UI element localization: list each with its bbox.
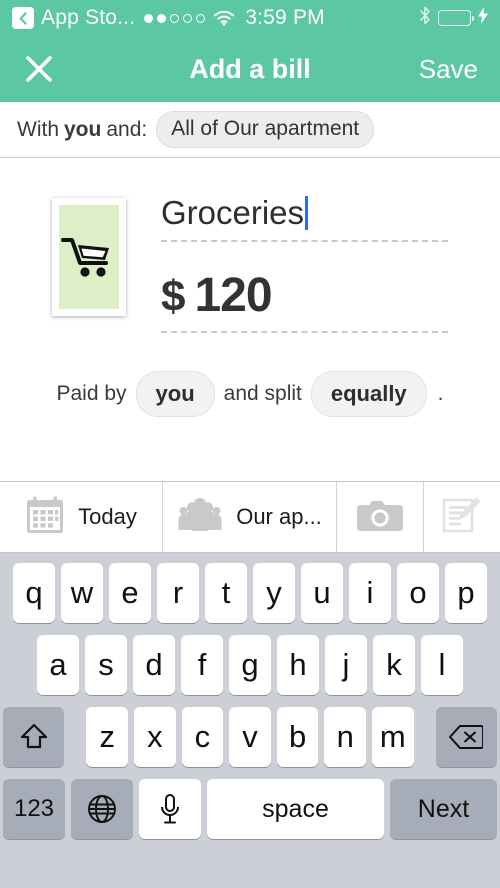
navigation-bar: Add a bill Save — [0, 36, 500, 102]
with-you-label: you — [64, 117, 102, 141]
camera-button[interactable] — [337, 482, 424, 552]
save-button[interactable]: Save — [419, 54, 478, 85]
with-connector-label: and: — [106, 117, 148, 141]
key-m[interactable]: m — [371, 707, 414, 767]
status-right-group — [419, 6, 488, 31]
camera-icon — [357, 497, 403, 538]
with-prefix-label: With — [17, 117, 59, 141]
date-label: Today — [78, 504, 137, 529]
key-d[interactable]: d — [133, 635, 175, 695]
key-u[interactable]: u — [301, 563, 343, 623]
paid-by-label: Paid by — [56, 382, 127, 405]
key-q[interactable]: q — [13, 563, 55, 623]
keyboard-row-2: a s d f g h j k l — [0, 635, 500, 695]
shopping-cart-icon — [59, 205, 119, 309]
category-image[interactable] — [52, 198, 126, 316]
key-w[interactable]: w — [61, 563, 103, 623]
notes-icon — [442, 496, 482, 539]
status-back-app-label[interactable]: App Sto... — [41, 6, 135, 30]
description-field[interactable]: Groceries — [161, 194, 448, 242]
wifi-icon — [214, 10, 235, 26]
key-s[interactable]: s — [85, 635, 127, 695]
split-description-row: Paid by you and split equally . — [0, 371, 500, 417]
split-period: . — [437, 382, 444, 405]
key-e[interactable]: e — [109, 563, 151, 623]
globe-icon[interactable] — [71, 779, 133, 839]
group-label: Our ap... — [236, 504, 322, 529]
bluetooth-icon — [419, 6, 431, 31]
key-k[interactable]: k — [373, 635, 415, 695]
key-v[interactable]: v — [229, 707, 271, 767]
currency-symbol: $ — [161, 272, 186, 321]
bottom-toolbar: Today Our ap... — [0, 481, 500, 553]
app-screen: App Sto... 3:59 PM Add a bill Save With … — [0, 0, 500, 888]
shift-icon[interactable] — [3, 707, 65, 767]
key-f[interactable]: f — [181, 635, 223, 695]
key-b[interactable]: b — [276, 707, 319, 767]
text-caret — [305, 196, 309, 230]
group-button[interactable]: Our ap... — [163, 482, 337, 552]
microphone-icon[interactable] — [139, 779, 201, 839]
space-key[interactable]: space — [207, 779, 384, 839]
group-pill[interactable]: All of Our apartment — [156, 111, 375, 148]
keyboard-row-4: 123 space Next — [0, 779, 500, 839]
key-p[interactable]: p — [445, 563, 487, 623]
backspace-icon[interactable] — [435, 707, 497, 767]
software-keyboard: q w e r t y u i o p a s d f g h j k l z — [0, 553, 500, 888]
key-g[interactable]: g — [229, 635, 271, 695]
amount-value: 120 — [194, 269, 272, 322]
key-n[interactable]: n — [324, 707, 366, 767]
key-y[interactable]: y — [253, 563, 295, 623]
date-button[interactable]: Today — [0, 482, 163, 552]
bill-form: Groceries $ 120 Paid by you and split eq… — [0, 158, 500, 442]
return-key[interactable]: Next — [390, 779, 497, 839]
status-bar: App Sto... 3:59 PM — [0, 0, 500, 36]
key-i[interactable]: i — [349, 563, 391, 623]
status-back-icon[interactable] — [12, 7, 34, 29]
notes-button[interactable] — [424, 482, 500, 552]
key-j[interactable]: j — [325, 635, 367, 695]
key-l[interactable]: l — [421, 635, 463, 695]
charging-bolt-icon — [478, 6, 488, 30]
numbers-key[interactable]: 123 — [3, 779, 65, 839]
split-method-button[interactable]: equally — [310, 371, 427, 417]
key-h[interactable]: h — [277, 635, 319, 695]
battery-icon — [438, 10, 474, 26]
key-r[interactable]: r — [157, 563, 199, 623]
keyboard-row-1: q w e r t y u i o p — [0, 563, 500, 623]
key-c[interactable]: c — [181, 707, 224, 767]
amount-field[interactable]: $ 120 — [161, 268, 448, 333]
key-z[interactable]: z — [86, 707, 129, 767]
key-a[interactable]: a — [37, 635, 79, 695]
with-participants-row[interactable]: With you and: All of Our apartment — [0, 102, 500, 158]
key-t[interactable]: t — [205, 563, 247, 623]
key-o[interactable]: o — [397, 563, 439, 623]
calendar-icon — [25, 495, 65, 540]
keyboard-row-3: z x c v b n m — [0, 707, 500, 767]
key-x[interactable]: x — [134, 707, 176, 767]
status-time: 3:59 PM — [245, 6, 325, 29]
split-label: and split — [223, 382, 302, 405]
group-people-icon — [177, 497, 223, 538]
payer-button[interactable]: you — [135, 371, 215, 417]
description-value: Groceries — [161, 194, 305, 231]
close-icon[interactable] — [22, 52, 56, 86]
signal-strength-icon — [144, 13, 206, 23]
